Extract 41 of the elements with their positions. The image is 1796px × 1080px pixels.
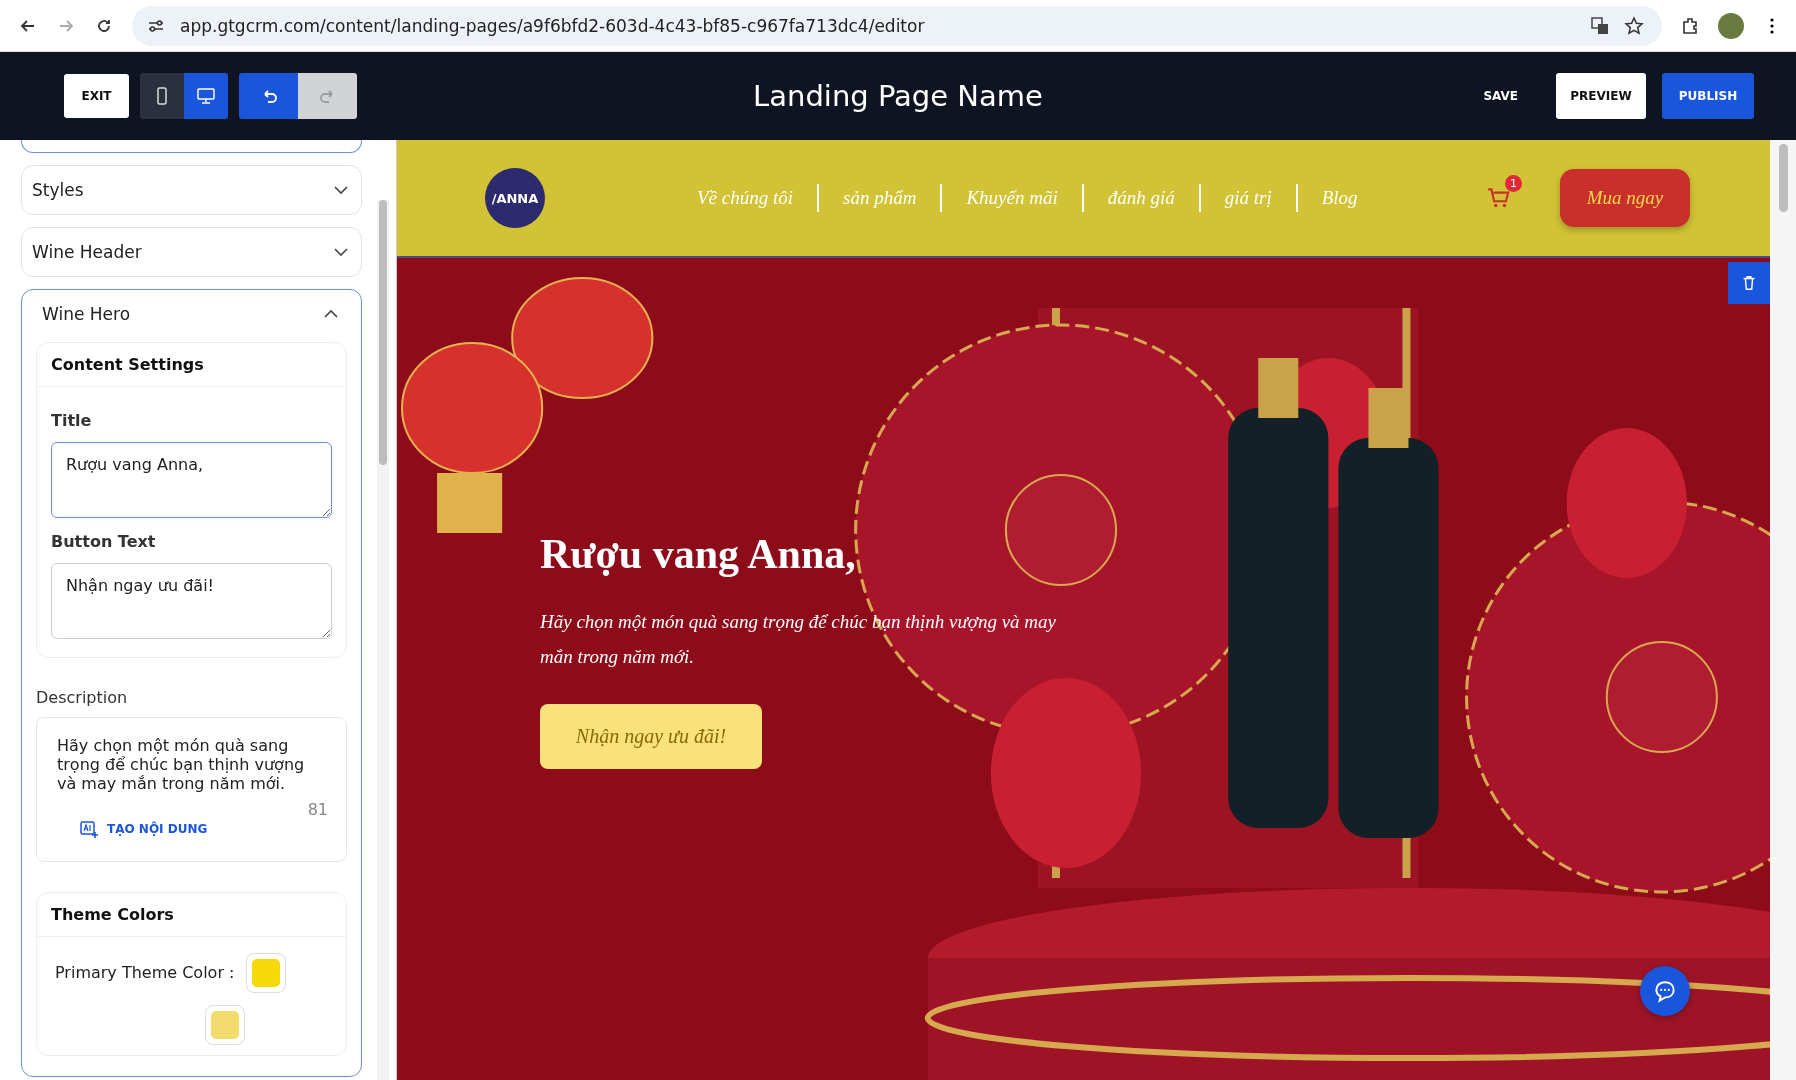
url-text: app.gtgcrm.com/content/landing-pages/a9f6bfd2-603d-4c43-bf85-c967fa713dc4/editor	[180, 15, 925, 36]
mobile-view-button[interactable]	[140, 73, 184, 119]
color-label: Primary Theme Color :	[55, 963, 235, 983]
section-header[interactable]: Styles	[22, 166, 361, 214]
translate-icon[interactable]	[1590, 15, 1610, 36]
section-header[interactable]: Wine Hero	[32, 290, 351, 338]
field-label: Title	[51, 411, 93, 430]
cart-count-badge: 1	[1505, 175, 1522, 192]
color-picker[interactable]	[205, 1004, 245, 1045]
scrollbar-thumb[interactable]	[379, 200, 387, 465]
field-label: Description	[36, 688, 129, 707]
chat-bubble-icon	[1652, 978, 1678, 1004]
exit-button[interactable]: EXIT	[64, 74, 129, 118]
address-bar[interactable]: app.gtgcrm.com/content/landing-pages/a9f6bfd2-603d-4c43-bf85-c967fa713dc4/editor	[132, 5, 1662, 46]
field-label: Button Text	[51, 532, 157, 551]
star-icon[interactable]	[1624, 15, 1644, 36]
color-picker[interactable]	[246, 952, 287, 993]
buy-now-button[interactable]: Mua ngay	[1560, 169, 1690, 227]
logo[interactable]: /ANNA	[485, 168, 545, 228]
section-header[interactable]: Wine Header	[22, 228, 361, 276]
generate-content-button[interactable]: TẠO NỘI DUNG	[79, 818, 208, 839]
text-area[interactable]: Rượu vang Anna,	[51, 442, 332, 518]
preview-button[interactable]: PREVIEW	[1556, 73, 1646, 119]
card-heading: Content Settings	[37, 343, 346, 387]
profile-avatar[interactable]	[1718, 12, 1744, 39]
ai-sparkle-icon	[79, 818, 99, 839]
description-text: Hãy chọn một món quà sang trọng để chúc bạn thịnh vượng và may mắn trong năm mới.	[57, 736, 306, 794]
page-title: Landing Page Name	[753, 79, 1043, 113]
character-count: 81	[306, 799, 328, 819]
publish-button[interactable]: PUBLISH	[1662, 73, 1754, 119]
scrollbar-thumb[interactable]	[1778, 144, 1788, 212]
desktop-view-button[interactable]	[184, 73, 228, 119]
extensions-icon[interactable]	[1680, 15, 1700, 36]
card-heading: Theme Colors	[37, 892, 346, 937]
save-button[interactable]: SAVE	[1461, 89, 1540, 103]
monitor-icon	[196, 86, 216, 106]
description-field[interactable]: Hãy chọn một món quà sang trọng để chúc bạn thịnh vượng và may mắn trong năm mới. 81 TẠO NỘI DUNG	[36, 717, 347, 862]
text-area[interactable]: Nhận ngay ưu đãi!	[51, 563, 332, 639]
delete-button[interactable]	[1728, 262, 1770, 304]
hero-title: Rượu vang Anna,	[540, 530, 857, 578]
offer-button[interactable]: Nhận ngay ưu đãi!	[540, 704, 762, 769]
